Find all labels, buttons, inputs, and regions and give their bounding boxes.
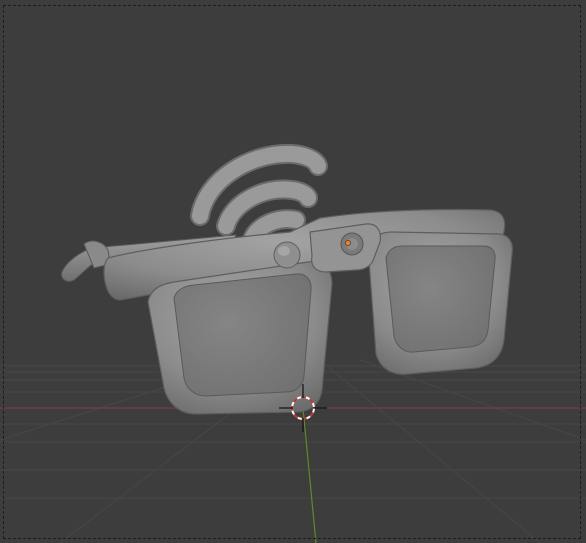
right-lens-frame	[367, 231, 513, 375]
camera-lens-icon	[340, 232, 364, 256]
bridge-knob	[273, 241, 301, 269]
camera-module	[309, 223, 381, 273]
3d-viewport[interactable]	[0, 0, 586, 543]
viewport-canvas	[0, 143, 586, 543]
left-lens-frame	[147, 261, 333, 415]
y-axis-line	[302, 407, 317, 543]
